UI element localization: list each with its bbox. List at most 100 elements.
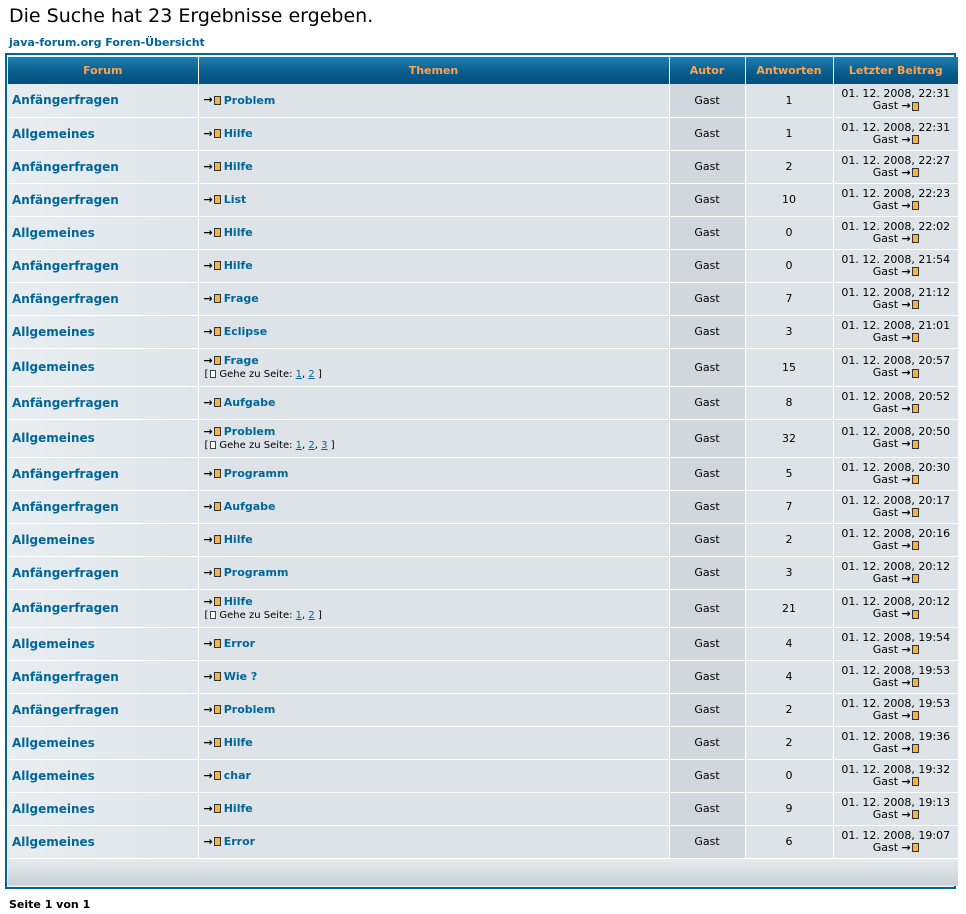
topic-link[interactable]: char: [224, 769, 251, 782]
forum-link[interactable]: Allgemeines: [12, 226, 95, 240]
last-post-arrow-icon[interactable]: →: [902, 540, 919, 551]
topic-link[interactable]: List: [224, 193, 247, 206]
forum-link[interactable]: Allgemeines: [12, 533, 95, 547]
topic-link[interactable]: Hilfe: [224, 595, 253, 608]
goto-page-link[interactable]: 2: [308, 609, 314, 622]
forum-link[interactable]: Anfängerfragen: [12, 396, 119, 410]
new-post-arrow-icon[interactable]: →: [204, 227, 221, 238]
last-post-arrow-icon[interactable]: →: [902, 776, 919, 787]
topic-link[interactable]: Programm: [224, 467, 289, 480]
topic-link[interactable]: Hilfe: [224, 226, 253, 239]
forum-link[interactable]: Allgemeines: [12, 637, 95, 651]
forum-link[interactable]: Anfängerfragen: [12, 500, 119, 514]
goto-page-link[interactable]: 2: [308, 368, 314, 381]
last-post-arrow-icon[interactable]: →: [902, 200, 919, 211]
new-post-arrow-icon[interactable]: →: [204, 326, 221, 337]
new-post-arrow-icon[interactable]: →: [204, 355, 221, 366]
topic-link[interactable]: Programm: [224, 566, 289, 579]
new-post-arrow-icon[interactable]: →: [204, 260, 221, 271]
forum-link[interactable]: Anfängerfragen: [12, 703, 119, 717]
last-post-arrow-icon[interactable]: →: [902, 266, 919, 277]
new-post-arrow-icon[interactable]: →: [204, 770, 221, 781]
topic-link[interactable]: Problem: [224, 94, 276, 107]
new-post-arrow-icon[interactable]: →: [204, 671, 221, 682]
new-post-arrow-icon[interactable]: →: [204, 704, 221, 715]
topic-link[interactable]: Hilfe: [224, 160, 253, 173]
topic-link[interactable]: Error: [224, 637, 255, 650]
new-post-arrow-icon[interactable]: →: [204, 501, 221, 512]
breadcrumb-forum-index[interactable]: java-forum.org Foren-Übersicht: [9, 36, 205, 50]
last-post-arrow-icon[interactable]: →: [902, 608, 919, 619]
topic-link[interactable]: Hilfe: [224, 259, 253, 272]
last-post-user: Gast: [872, 330, 899, 344]
new-post-arrow-icon[interactable]: →: [204, 128, 221, 139]
last-post-arrow-icon[interactable]: →: [902, 134, 919, 145]
goto-page-link[interactable]: 3: [321, 439, 327, 452]
last-post-arrow-icon[interactable]: →: [902, 474, 919, 485]
topic-link[interactable]: Wie ?: [224, 670, 258, 683]
new-post-arrow-icon[interactable]: →: [204, 194, 221, 205]
topic-link[interactable]: Hilfe: [224, 802, 253, 815]
new-post-arrow-icon[interactable]: →: [204, 468, 221, 479]
forum-link[interactable]: Allgemeines: [12, 325, 95, 339]
topic-link[interactable]: Problem: [224, 425, 276, 438]
topic-link[interactable]: Eclipse: [224, 325, 267, 338]
topic-link[interactable]: Error: [224, 835, 255, 848]
topic-link[interactable]: Hilfe: [224, 736, 253, 749]
forum-link[interactable]: Anfängerfragen: [12, 566, 119, 580]
forum-link[interactable]: Anfängerfragen: [12, 160, 119, 174]
topic-link[interactable]: Aufgabe: [224, 500, 276, 513]
forum-link[interactable]: Anfängerfragen: [12, 193, 119, 207]
last-post-arrow-icon[interactable]: →: [902, 438, 919, 449]
forum-link[interactable]: Anfängerfragen: [12, 670, 119, 684]
last-post-arrow-icon[interactable]: →: [902, 743, 919, 754]
forum-link[interactable]: Allgemeines: [12, 431, 95, 445]
table-row: Anfängerfragen → Programm Gast 3 01. 12. 2008…: [8, 556, 958, 590]
new-post-arrow-icon[interactable]: →: [204, 426, 221, 437]
topic-link[interactable]: Hilfe: [224, 127, 253, 140]
forum-link[interactable]: Anfängerfragen: [12, 93, 119, 107]
topic-link[interactable]: Frage: [224, 354, 259, 367]
last-post-arrow-icon[interactable]: →: [902, 677, 919, 688]
new-post-arrow-icon[interactable]: →: [204, 803, 221, 814]
new-post-arrow-icon[interactable]: →: [204, 737, 221, 748]
last-post-arrow-icon[interactable]: →: [902, 367, 919, 378]
forum-link[interactable]: Allgemeines: [12, 802, 95, 816]
last-post-arrow-icon[interactable]: →: [902, 299, 919, 310]
forum-link[interactable]: Allgemeines: [12, 769, 95, 783]
forum-link[interactable]: Allgemeines: [12, 736, 95, 750]
last-post-arrow-icon[interactable]: →: [902, 403, 919, 414]
last-post-arrow-icon[interactable]: →: [902, 710, 919, 721]
last-post-arrow-icon[interactable]: →: [902, 233, 919, 244]
new-post-arrow-icon[interactable]: →: [204, 638, 221, 649]
new-post-arrow-icon[interactable]: →: [204, 161, 221, 172]
forum-link[interactable]: Allgemeines: [12, 360, 95, 374]
topic-link[interactable]: Hilfe: [224, 533, 253, 546]
new-post-arrow-icon[interactable]: →: [204, 293, 221, 304]
forum-link[interactable]: Allgemeines: [12, 835, 95, 849]
goto-open-bracket: [: [204, 439, 209, 451]
new-post-arrow-icon[interactable]: →: [204, 534, 221, 545]
new-post-arrow-icon[interactable]: →: [204, 397, 221, 408]
last-post-arrow-icon[interactable]: →: [902, 842, 919, 853]
topic-link[interactable]: Frage: [224, 292, 259, 305]
last-post-arrow-icon[interactable]: →: [902, 573, 919, 584]
new-post-arrow-icon[interactable]: →: [204, 596, 221, 607]
last-post-arrow-icon[interactable]: →: [902, 167, 919, 178]
forum-link[interactable]: Anfängerfragen: [12, 292, 119, 306]
goto-open-bracket: [: [204, 609, 209, 621]
forum-link[interactable]: Anfängerfragen: [12, 601, 119, 615]
last-post-arrow-icon[interactable]: →: [902, 332, 919, 343]
topic-link[interactable]: Problem: [224, 703, 276, 716]
last-post-arrow-icon[interactable]: →: [902, 809, 919, 820]
forum-link[interactable]: Anfängerfragen: [12, 467, 119, 481]
new-post-arrow-icon[interactable]: →: [204, 836, 221, 847]
new-post-arrow-icon[interactable]: →: [204, 94, 221, 105]
new-post-arrow-icon[interactable]: →: [204, 567, 221, 578]
last-post-arrow-icon[interactable]: →: [902, 644, 919, 655]
forum-link[interactable]: Anfängerfragen: [12, 259, 119, 273]
last-post-arrow-icon[interactable]: →: [902, 507, 919, 518]
last-post-arrow-icon[interactable]: →: [902, 100, 919, 111]
forum-link[interactable]: Allgemeines: [12, 127, 95, 141]
topic-link[interactable]: Aufgabe: [224, 396, 276, 409]
